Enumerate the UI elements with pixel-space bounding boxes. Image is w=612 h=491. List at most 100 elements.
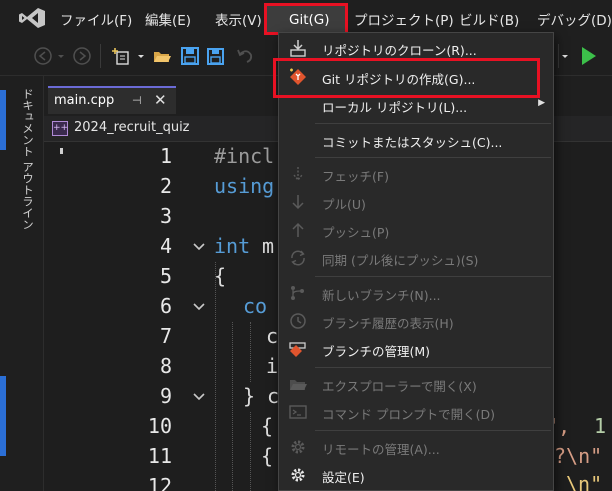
menu-item-commit-or-stash[interactable]: コミットまたはスタッシュ(C)... [279,126,555,154]
menu-file[interactable]: ファイル(F) [60,9,132,29]
menu-item-label: Git リポジトリの作成(G)... [322,72,476,87]
branch-history-icon [290,313,306,329]
menu-view[interactable]: 表示(V) [215,9,262,29]
left-tool-strip [0,76,14,491]
back-dropdown-icon[interactable] [56,46,66,66]
menu-separator [315,157,551,158]
git-menu-dropdown: リポジトリのクローン(R)... Git リポジトリの作成(G)... ローカル… [273,32,555,491]
code-line-4-keyword: int [214,234,251,258]
line-number: 4 [159,234,172,258]
menu-item-view-branch-history[interactable]: ブランチ履歴の表示(H) [279,307,555,335]
line-number: 3 [159,204,172,228]
code-line-11-brace: { [261,444,274,468]
menu-item-sync[interactable]: 同期 (プル後にプッシュ)(S) [279,244,555,272]
pull-icon [292,195,304,210]
back-icon[interactable] [33,46,53,66]
menu-item-label: 同期 (プル後にプッシュ)(S) [322,253,479,268]
code-line-10-brace: { [261,414,274,438]
code-line-7: c [266,324,279,348]
code-line-10-number-tail: 1 [582,414,607,438]
menu-separator [315,276,551,277]
line-number: 12 [147,474,172,491]
document-outline-label: ドキュメント アウトライン [21,88,35,230]
menu-item-manage-branches[interactable]: ブランチの管理(M) [279,335,555,363]
line-number: 6 [159,294,172,318]
save-icon[interactable] [180,46,200,66]
gutter-marker [60,148,63,154]
new-branch-icon [291,286,304,300]
save-all-icon[interactable] [205,46,225,66]
code-line-12-tail: \n" [566,472,603,491]
start-debugging-button[interactable] [582,47,596,65]
line-number: 7 [159,324,172,348]
document-outline-panel-tab[interactable]: ドキュメント アウトライン [14,76,44,491]
menu-separator [315,367,551,368]
fold-toggle-icon[interactable] [192,390,206,404]
code-line-9-rest: c [255,384,280,408]
pin-icon[interactable]: ⊣ [132,94,142,107]
menu-item-label: コマンド プロンプトで開く(D) [322,407,495,422]
menu-bar: ファイル(F) 編集(E) 表示(V) Git(G) プロジェクト(P) ビルド… [0,0,612,36]
menu-item-label: コミットまたはスタッシュ(C)... [322,135,503,150]
menu-item-new-branch[interactable]: 新しいブランチ(N)... [279,279,555,307]
indent-guide [250,412,251,491]
menu-item-label: プッシュ(P) [322,225,390,240]
menu-item-pull[interactable]: プル(U) [279,188,555,216]
left-strip-indicator [0,376,6,456]
cpp-project-icon: ++ [52,121,68,136]
indent-guide [215,262,216,491]
menu-item-label: リモートの管理(A)... [322,442,440,457]
config-dropdown-icon[interactable] [560,46,570,66]
menu-item-label: ブランチ履歴の表示(H) [322,316,454,331]
menu-git-highlight: Git(G) [264,3,348,35]
menu-build[interactable]: ビルド(B) [459,9,519,29]
line-number: 9 [159,384,172,408]
menu-separator [315,123,551,124]
undo-icon[interactable] [235,46,255,66]
menu-edit[interactable]: 編集(E) [145,9,191,29]
line-number: 5 [159,264,172,288]
menu-item-fetch[interactable]: フェッチ(F) [279,160,555,188]
fold-toggle-icon[interactable] [192,300,206,314]
fetch-icon [293,167,303,182]
tab-main-cpp[interactable]: main.cpp ⊣ ✕ [48,86,176,114]
code-line-9-brace: } [243,384,256,408]
toolbar-separator [558,44,559,68]
menu-item-push[interactable]: プッシュ(P) [279,216,555,244]
menu-item-label: エクスプローラーで開く(X) [322,379,477,394]
code-line-11-string-tail: ?\n" [554,444,603,468]
menu-item-label: フェッチ(F) [322,169,389,184]
menu-item-open-in-command-prompt[interactable]: コマンド プロンプトで開く(D) [279,398,555,426]
indent-guide [232,322,233,491]
open-folder-icon[interactable] [152,46,172,66]
close-tab-icon[interactable]: ✕ [154,91,167,109]
code-line-2: using [214,174,275,198]
menu-item-settings[interactable]: 設定(E) [279,461,555,489]
menu-debug[interactable]: デバッグ(D) [537,9,612,29]
line-number: 1 [159,144,172,168]
indent-guide [250,322,251,382]
left-strip-indicator [0,90,6,150]
code-line-8: i [266,354,279,378]
forward-icon[interactable] [72,46,92,66]
folder-icon [290,380,307,390]
menu-item-local-repositories[interactable]: ローカル リポジトリ(L)... ▶ [279,91,555,119]
menu-project[interactable]: プロジェクト(P) [354,9,454,29]
line-number: 10 [147,414,172,438]
menu-item-create-git-repository[interactable]: Git リポジトリの作成(G)... [273,58,555,98]
project-selector[interactable]: 2024_recruit_quiz [74,120,190,135]
menu-item-manage-remotes[interactable]: リモートの管理(A)... [279,433,555,461]
menu-git[interactable]: Git(G) [289,12,330,28]
code-line-4-rest: m [250,234,275,258]
new-project-dropdown-icon[interactable] [136,46,146,66]
code-line-1: #incl [214,144,275,168]
fold-toggle-icon[interactable] [192,240,206,254]
visual-studio-logo-icon [19,8,45,28]
menu-item-label: ローカル リポジトリ(L)... [322,100,468,115]
manage-branches-icon [289,342,306,357]
new-project-icon[interactable] [112,46,132,66]
menu-item-open-in-explorer[interactable]: エクスプローラーで開く(X) [279,370,555,398]
menu-item-label: プル(U) [322,197,366,212]
menu-item-label: 新しいブランチ(N)... [322,288,441,303]
push-icon [292,222,304,237]
